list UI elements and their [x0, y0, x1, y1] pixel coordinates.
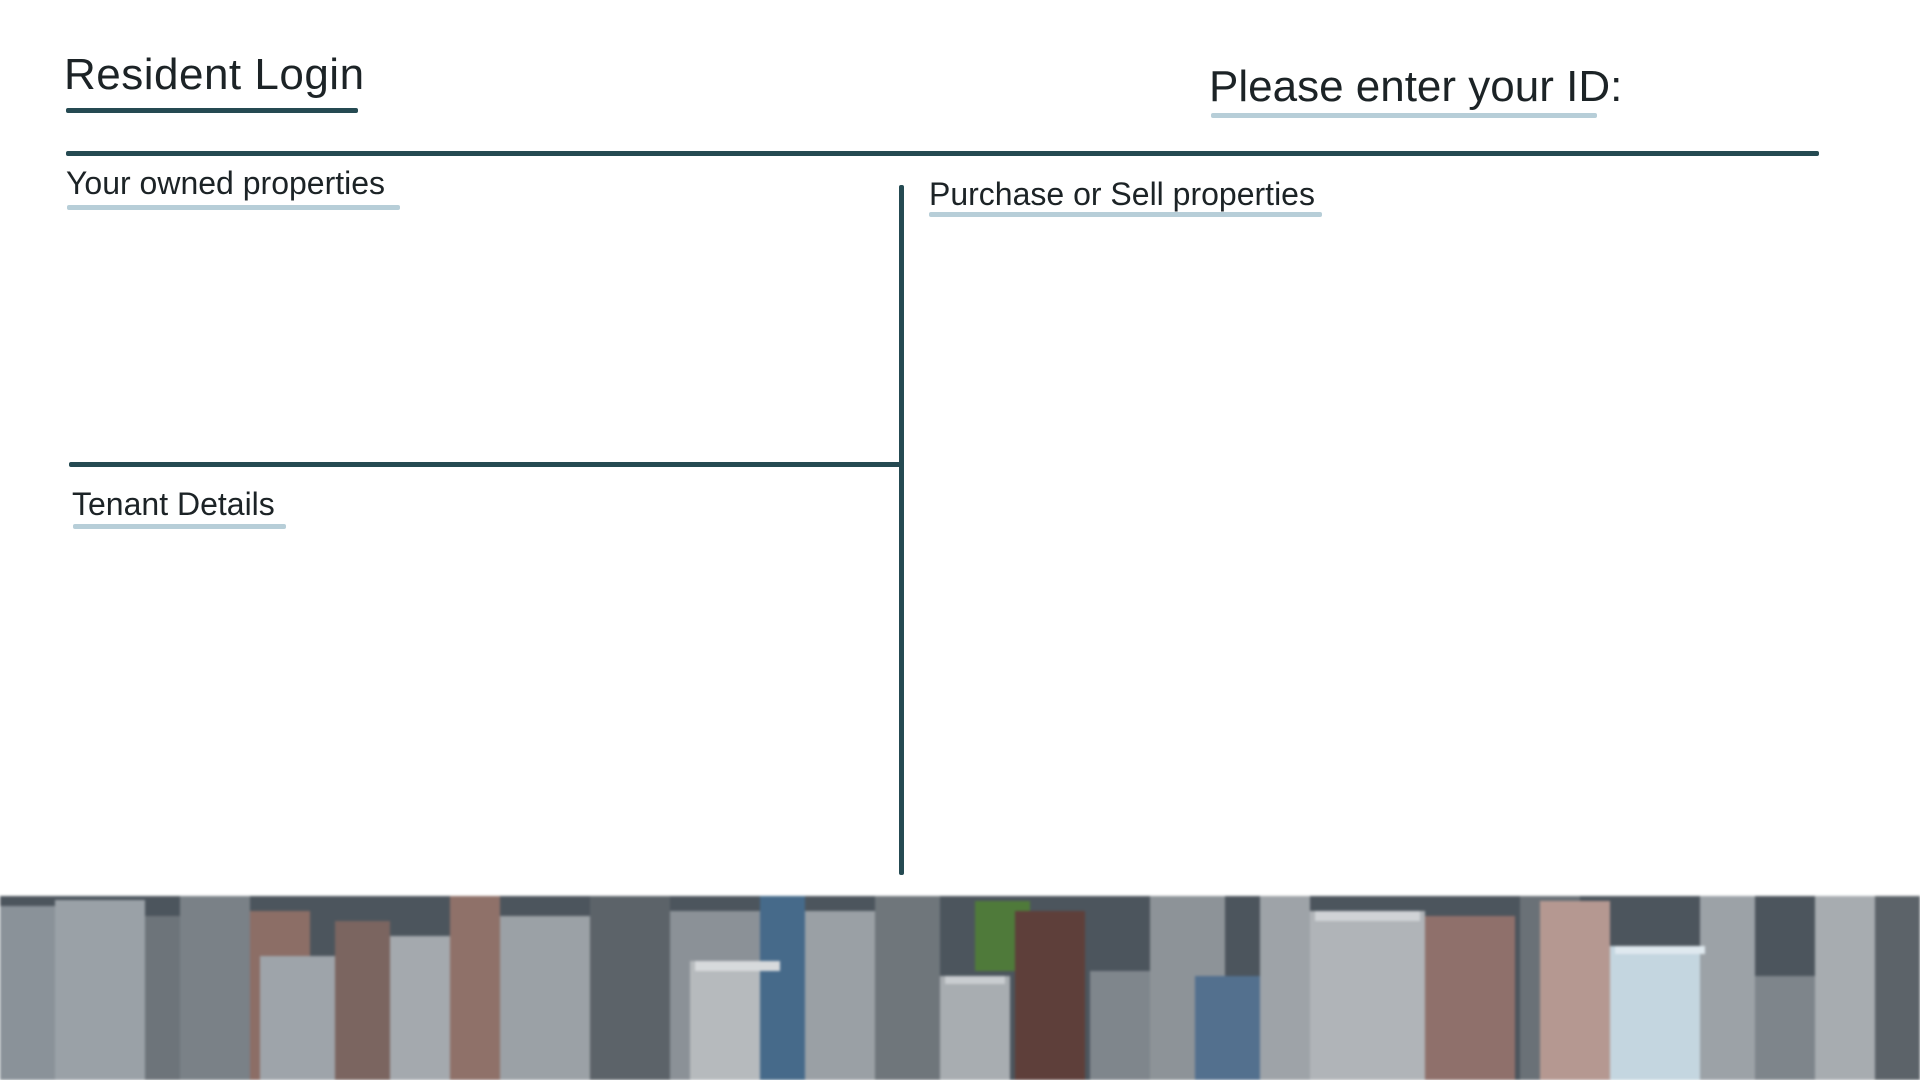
id-prompt-underline: [1211, 113, 1597, 118]
page-title: Resident Login: [64, 50, 365, 99]
city-skyline-image: [0, 896, 1920, 1080]
column-divider: [899, 185, 904, 875]
resident-id-input-area[interactable]: [1610, 62, 1810, 122]
purchase-sell-underline: [929, 212, 1322, 217]
header-divider: [66, 151, 1819, 156]
left-section-divider: [69, 462, 903, 467]
tenant-details-underline: [73, 524, 286, 529]
id-prompt-label: Please enter your ID:: [1209, 62, 1623, 111]
owned-properties-underline: [67, 205, 400, 210]
purchase-sell-panel: [925, 222, 1820, 872]
owned-properties-panel: [66, 215, 886, 455]
city-skyline-banner: [0, 896, 1920, 1080]
purchase-sell-heading: Purchase or Sell properties: [929, 176, 1315, 212]
title-underline: [66, 108, 358, 113]
owned-properties-heading: Your owned properties: [66, 165, 386, 201]
tenant-details-heading: Tenant Details: [72, 486, 275, 522]
tenant-details-panel: [66, 535, 886, 875]
